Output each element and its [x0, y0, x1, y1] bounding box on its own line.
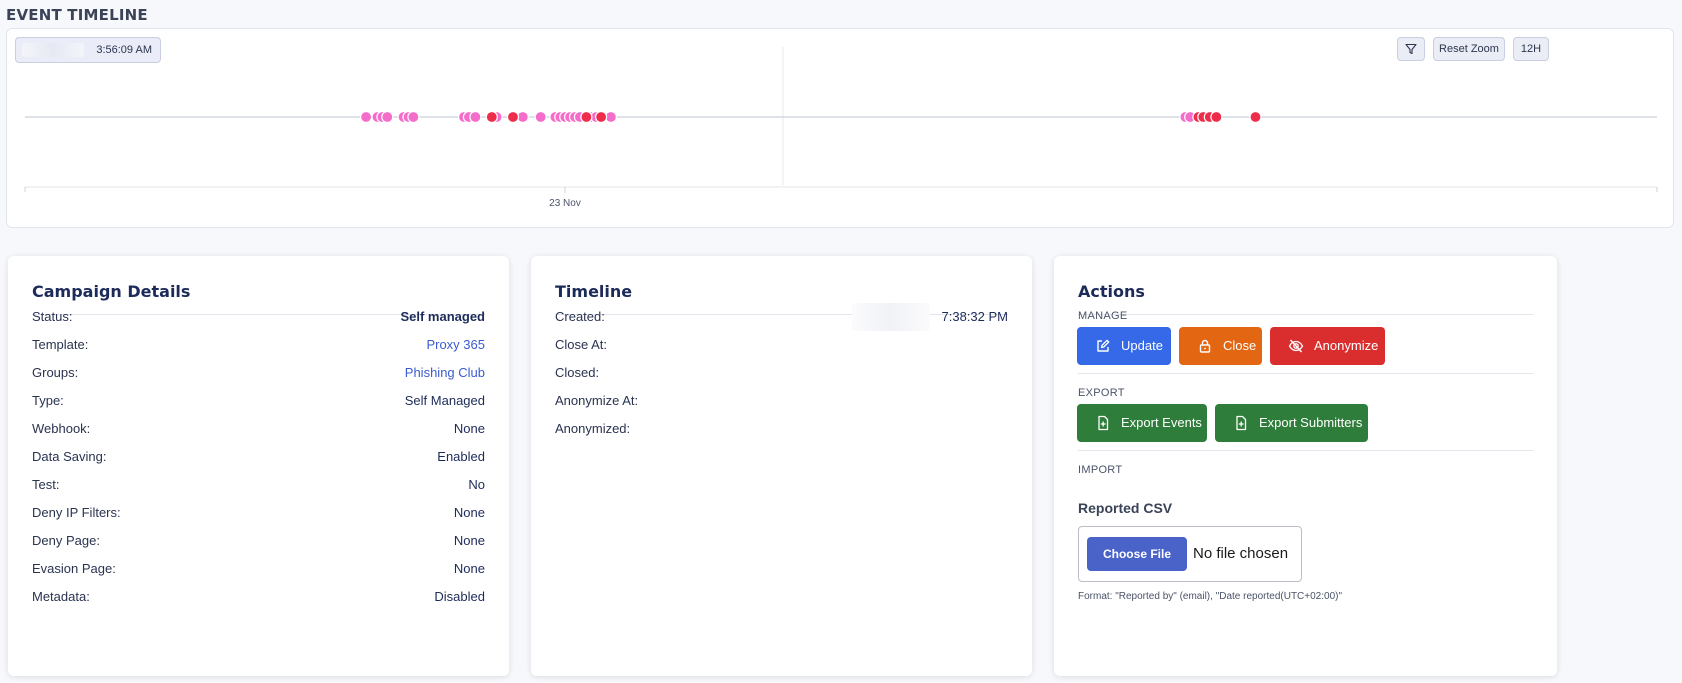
import-label: IMPORT: [1078, 464, 1123, 476]
timeline-event-marker[interactable]: [381, 110, 394, 124]
campaign-detail-value: No: [468, 477, 485, 492]
campaign-detail-value[interactable]: Phishing Club: [405, 363, 485, 383]
campaign-detail-value: None: [453, 505, 485, 520]
campaign-detail-row: Webhook: None: [32, 419, 485, 439]
campaign-detail-row: Deny IP Filters: None: [32, 503, 485, 523]
campaign-detail-label: Webhook:: [32, 421, 91, 436]
reported-csv-label: Reported CSV: [1078, 500, 1173, 516]
campaign-detail-row: Metadata: Disabled: [32, 587, 485, 607]
timeline-event-marker[interactable]: [360, 110, 373, 124]
no-file-chosen-text: No file chosen: [1193, 545, 1289, 562]
timeline-row: Anonymized:: [555, 419, 1008, 439]
axis-tick-label-23nov: 23 Nov: [549, 198, 581, 209]
close-button-label: Close: [1223, 338, 1257, 353]
campaign-detail-row: Status: Self managed: [32, 307, 485, 327]
file-export-icon: [1098, 415, 1109, 431]
campaign-detail-value: None: [453, 561, 485, 576]
event-timeline-title: EVENT TIMELINE: [6, 6, 148, 24]
reported-csv-file-input[interactable]: Choose File No file chosen: [1078, 526, 1302, 582]
timeline-event-marker[interactable]: [1249, 110, 1262, 124]
campaign-detail-row: Deny Page: None: [32, 531, 485, 551]
eye-off-icon: [1288, 339, 1304, 353]
campaign-detail-row: Groups: Phishing Club: [32, 363, 485, 383]
campaign-detail-label: Deny Page:: [32, 533, 100, 548]
timeline-event-marker[interactable]: [594, 110, 608, 124]
campaign-detail-label: Template:: [32, 337, 89, 352]
timeline-event-marker[interactable]: [469, 110, 482, 124]
event-timeline-panel[interactable]: 23 Nov 3:56:09 AM Reset Zoom 12H: [6, 28, 1674, 228]
timeline-label: Created:: [555, 309, 605, 324]
timeline-row: Anonymize At:: [555, 391, 1008, 411]
actions-divider: [1078, 314, 1533, 315]
campaign-detail-label: Deny IP Filters:: [32, 505, 121, 520]
campaign-details-card: Campaign Details Status: Self managed Temp…: [8, 256, 509, 676]
timeline-event-marker[interactable]: [407, 110, 420, 124]
update-button-label: Update: [1121, 338, 1163, 353]
actions-card: Actions MANAGE Update Close Anonymize EX…: [1054, 256, 1557, 676]
timeline-row: Close At:: [555, 335, 1008, 355]
range-12h-button[interactable]: 12H: [1513, 37, 1549, 61]
timeline-value: 7:38:32 PM: [941, 309, 1009, 324]
campaign-detail-label: Test:: [32, 477, 60, 492]
choose-file-button[interactable]: Choose File: [1087, 537, 1187, 571]
manage-label: MANAGE: [1078, 310, 1128, 322]
campaign-details-title: Campaign Details: [32, 282, 191, 301]
timeline-label: Anonymized:: [555, 421, 631, 436]
campaign-detail-label: Groups:: [32, 365, 79, 380]
campaign-detail-value: None: [453, 421, 485, 436]
export-divider: [1078, 450, 1533, 451]
timeline-row: Closed:: [555, 363, 1008, 383]
campaign-detail-row: Type: Self Managed: [32, 391, 485, 411]
campaign-detail-label: Status:: [32, 309, 73, 324]
timeline-time-display: 3:56:09 AM: [15, 37, 161, 63]
timeline-time-text: 3:56:09 AM: [96, 44, 152, 56]
edit-icon: [1097, 339, 1110, 352]
lock-icon: [1199, 339, 1211, 353]
campaign-detail-value: None: [453, 533, 485, 548]
timeline-event-marker[interactable]: [485, 110, 498, 124]
campaign-detail-value[interactable]: Proxy 365: [426, 335, 485, 355]
timeline-label: Closed:: [555, 365, 600, 380]
timeline-event-marker[interactable]: [506, 110, 520, 124]
export-submitters-button[interactable]: Export Submitters: [1215, 404, 1368, 442]
campaign-detail-label: Metadata:: [32, 589, 90, 604]
campaign-detail-value: Disabled: [434, 589, 485, 604]
timeline-label: Close At:: [555, 337, 608, 352]
redacted-date: [22, 43, 84, 57]
campaign-detail-row: Data Saving: Enabled: [32, 447, 485, 467]
export-label: EXPORT: [1078, 387, 1125, 399]
actions-title: Actions: [1078, 282, 1145, 301]
export-events-button-label: Export Events: [1121, 415, 1202, 430]
file-export-icon: [1236, 415, 1247, 431]
timeline-title: Timeline: [555, 282, 633, 301]
csv-format-note: Format: "Reported by" (email), "Date rep…: [1078, 591, 1343, 602]
timeline-filter-button[interactable]: [1397, 37, 1425, 61]
export-submitters-button-label: Export Submitters: [1259, 415, 1363, 430]
timeline-event-marker[interactable]: [580, 110, 593, 124]
timeline-card: Timeline Created: 7:38:32 PM Close At: Clos…: [531, 256, 1032, 676]
timeline-event-marker[interactable]: [534, 110, 547, 124]
campaign-detail-row: Test: No: [32, 475, 485, 495]
manage-divider: [1078, 373, 1533, 374]
anonymize-button[interactable]: Anonymize: [1270, 327, 1385, 365]
campaign-detail-row: Evasion Page: None: [32, 559, 485, 579]
timeline-event-marker[interactable]: [1210, 110, 1223, 124]
event-timeline-chart[interactable]: 23 Nov: [7, 29, 1675, 229]
timeline-label: Anonymize At:: [555, 393, 639, 408]
anonymize-button-label: Anonymize: [1314, 338, 1379, 353]
campaign-detail-value: Enabled: [437, 449, 485, 464]
redacted-created-date: [852, 303, 930, 331]
update-button[interactable]: Update: [1077, 327, 1171, 365]
export-events-button[interactable]: Export Events: [1077, 404, 1207, 442]
reset-zoom-button[interactable]: Reset Zoom: [1433, 37, 1505, 61]
timeline-row: Created: 7:38:32 PM: [555, 303, 1009, 331]
filter-icon: [1405, 43, 1417, 55]
campaign-detail-label: Type:: [32, 393, 64, 408]
campaign-detail-value: Self managed: [400, 309, 485, 324]
campaign-detail-label: Data Saving:: [32, 449, 107, 464]
campaign-detail-label: Evasion Page:: [32, 561, 116, 576]
campaign-detail-row: Template: Proxy 365: [32, 335, 485, 355]
close-button[interactable]: Close: [1179, 327, 1262, 365]
campaign-detail-value: Self Managed: [404, 393, 485, 408]
